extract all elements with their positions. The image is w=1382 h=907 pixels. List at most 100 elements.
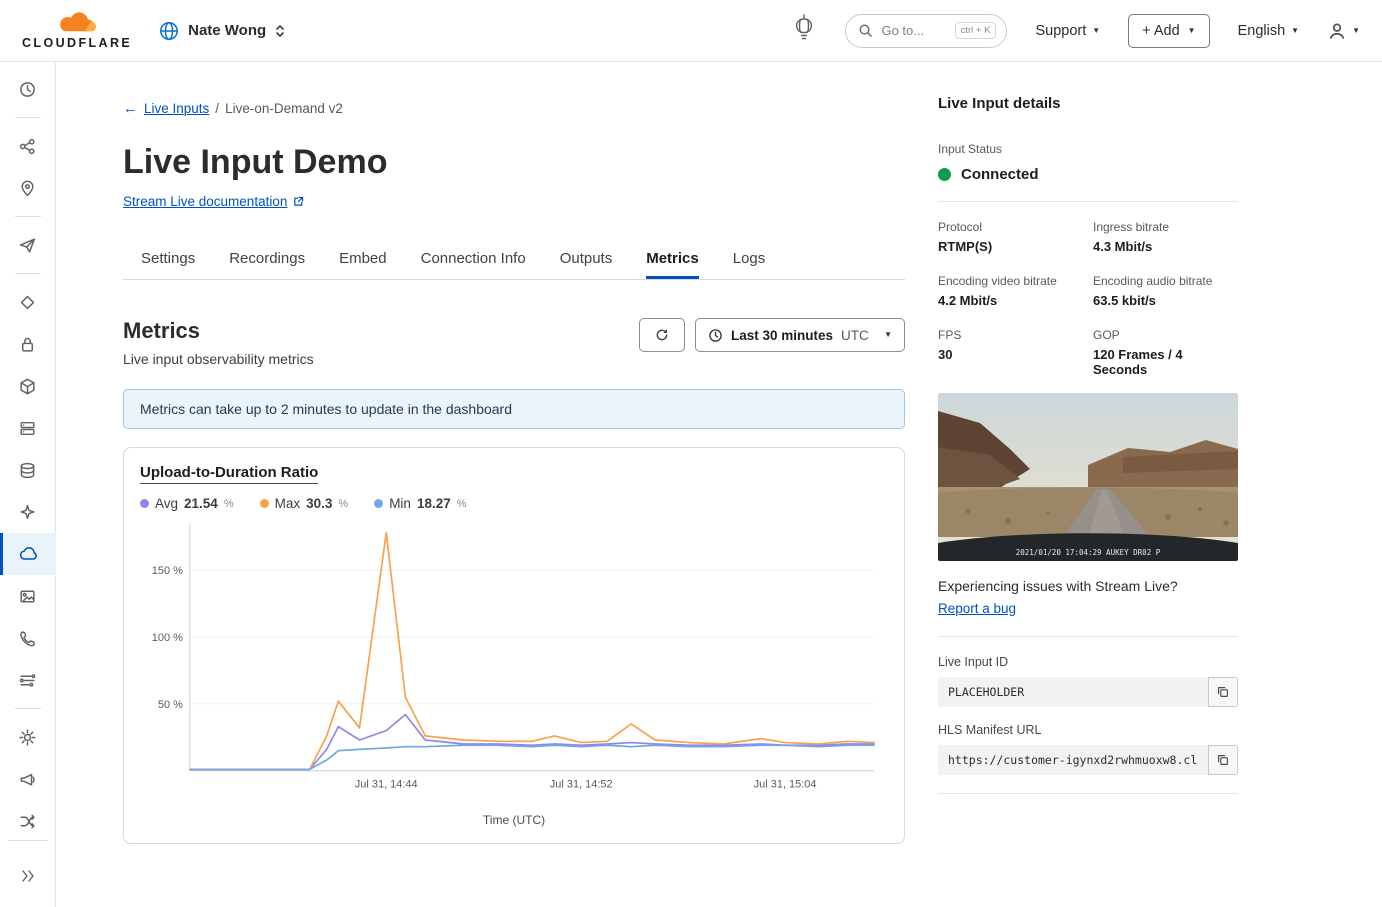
sidebar-item-stream[interactable] bbox=[0, 533, 56, 575]
tab-embed[interactable]: Embed bbox=[339, 239, 387, 279]
stat-value: 63.5 kbit/s bbox=[1093, 293, 1238, 308]
video-preview: 2021/01/20 17:04:29 AUKEY DR02 P bbox=[938, 393, 1238, 561]
user-menu[interactable]: ▼ bbox=[1327, 21, 1360, 41]
map-pin-icon bbox=[18, 179, 37, 198]
legend-min-dot bbox=[374, 499, 383, 508]
stream-docs-link[interactable]: Stream Live documentation bbox=[123, 194, 305, 209]
stat-ingress-bitrate: Ingress bitrate 4.3 Mbit/s bbox=[1093, 220, 1238, 254]
sidebar-divider bbox=[15, 117, 41, 118]
sidebar-item-time-travel[interactable] bbox=[0, 68, 56, 110]
search-icon bbox=[858, 23, 873, 38]
diamond-icon bbox=[18, 293, 37, 312]
sidebar-item-network[interactable] bbox=[0, 800, 56, 842]
lantern-icon bbox=[791, 13, 817, 49]
divider bbox=[938, 636, 1238, 637]
collapse-sidebar-button[interactable] bbox=[0, 855, 56, 897]
chart-legend: Avg 21.54 % Max 30.3 % Min 18.27 % bbox=[140, 496, 888, 511]
account-switcher[interactable]: Nate Wong bbox=[158, 20, 286, 42]
tab-recordings[interactable]: Recordings bbox=[229, 239, 305, 279]
sidebar-item-workers[interactable] bbox=[0, 365, 56, 407]
sidebar-item-traffic[interactable] bbox=[0, 659, 56, 701]
stat-value: 120 Frames / 4 Seconds bbox=[1093, 347, 1238, 377]
sidebar-item-database[interactable] bbox=[0, 449, 56, 491]
sidebar-item-calls[interactable] bbox=[0, 617, 56, 659]
stat-fps: FPS 30 bbox=[938, 328, 1083, 377]
svg-text:Jul 31, 15:04: Jul 31, 15:04 bbox=[754, 779, 817, 791]
traffic-lines-icon bbox=[18, 671, 37, 690]
legend-avg-unit: % bbox=[224, 498, 234, 510]
content-column: ← Live Inputs / Live-on-Demand v2 Live I… bbox=[123, 62, 905, 844]
legend-avg-value: 21.54 bbox=[184, 496, 218, 511]
input-status-row: Connected bbox=[938, 166, 1238, 183]
tab-bar: Settings Recordings Embed Connection Inf… bbox=[123, 239, 905, 280]
stat-gop: GOP 120 Frames / 4 Seconds bbox=[1093, 328, 1238, 377]
stream-docs-label: Stream Live documentation bbox=[123, 194, 287, 209]
stat-label: Ingress bitrate bbox=[1093, 220, 1238, 234]
copy-hls-manifest-button[interactable] bbox=[1208, 745, 1238, 775]
support-menu[interactable]: Support ▼ bbox=[1035, 23, 1100, 39]
input-status-label: Input Status bbox=[938, 142, 1238, 156]
video-timestamp-overlay: 2021/01/20 17:04:29 AUKEY DR02 P bbox=[1016, 548, 1161, 557]
sidebar-item-labels[interactable] bbox=[0, 281, 56, 323]
tab-settings[interactable]: Settings bbox=[141, 239, 195, 279]
page-title: Live Input Demo bbox=[123, 143, 905, 182]
sidebar-item-registrar[interactable] bbox=[0, 167, 56, 209]
language-menu[interactable]: English ▼ bbox=[1238, 23, 1299, 39]
external-link-icon bbox=[292, 195, 305, 208]
global-search[interactable]: ctrl + K bbox=[845, 14, 1007, 48]
legend-min-unit: % bbox=[457, 498, 467, 510]
metrics-header-row: Metrics Live input observability metrics bbox=[123, 318, 905, 367]
sidebar-item-analytics[interactable] bbox=[0, 125, 56, 167]
server-icon bbox=[18, 419, 37, 438]
sidebar-collapse-area bbox=[0, 840, 56, 897]
back-arrow-icon: ← bbox=[123, 100, 138, 117]
sidebar-item-security[interactable] bbox=[0, 323, 56, 365]
copy-live-input-id-button[interactable] bbox=[1208, 677, 1238, 707]
database-icon bbox=[18, 461, 37, 480]
stream-stats-grid: Protocol RTMP(S) Ingress bitrate 4.3 Mbi… bbox=[938, 220, 1238, 377]
time-range-value: Last 30 minutes bbox=[731, 328, 833, 343]
breadcrumb-live-inputs-link[interactable]: Live Inputs bbox=[144, 101, 209, 116]
sparkle-icon bbox=[18, 503, 37, 522]
tab-outputs[interactable]: Outputs bbox=[560, 239, 613, 279]
sidebar-item-zaraz[interactable] bbox=[0, 758, 56, 800]
top-header: CLOUDFLARE Nate Wong bbox=[0, 0, 1382, 62]
shuffle-branch-icon bbox=[18, 812, 37, 831]
support-label: Support bbox=[1035, 23, 1086, 39]
brand-text: CLOUDFLARE bbox=[22, 36, 132, 50]
share-nodes-icon bbox=[18, 137, 37, 156]
chart-title: Upload-to-Duration Ratio bbox=[140, 464, 318, 484]
tab-metrics[interactable]: Metrics bbox=[646, 239, 699, 279]
stat-label: FPS bbox=[938, 328, 1083, 342]
sidebar-item-notifications[interactable] bbox=[0, 224, 56, 266]
sidebar-item-ai[interactable] bbox=[0, 491, 56, 533]
legend-max-label: Max bbox=[275, 496, 301, 511]
tab-connection-info[interactable]: Connection Info bbox=[421, 239, 526, 279]
upload-ratio-chart: 50 %100 %150 %Jul 31, 14:44Jul 31, 14:52… bbox=[140, 515, 888, 811]
metrics-heading: Metrics bbox=[123, 318, 314, 344]
live-input-id-field[interactable] bbox=[938, 677, 1208, 707]
refresh-button[interactable] bbox=[639, 318, 685, 352]
search-input[interactable] bbox=[881, 23, 946, 38]
stat-value: 4.3 Mbit/s bbox=[1093, 239, 1238, 254]
copy-icon bbox=[1216, 685, 1230, 699]
chevron-double-right-icon bbox=[19, 867, 37, 885]
sidebar-divider bbox=[15, 216, 41, 217]
chart-x-axis-title: Time (UTC) bbox=[140, 813, 888, 827]
sidebar-item-servers[interactable] bbox=[0, 407, 56, 449]
globe-icon bbox=[158, 20, 180, 42]
add-button[interactable]: + Add ▼ bbox=[1128, 14, 1209, 48]
details-heading: Live Input details bbox=[938, 95, 1238, 112]
sidebar-item-images[interactable] bbox=[0, 575, 56, 617]
sidebar-item-settings[interactable] bbox=[0, 716, 56, 758]
report-bug-link[interactable]: Report a bug bbox=[938, 601, 1016, 616]
hls-manifest-field[interactable] bbox=[938, 745, 1208, 775]
status-connected-dot bbox=[938, 168, 951, 181]
time-range-select[interactable]: Last 30 minutes UTC ▼ bbox=[695, 318, 905, 352]
hls-manifest-row bbox=[938, 745, 1238, 775]
cloudflare-logo[interactable]: CLOUDFLARE bbox=[22, 11, 132, 50]
legend-max: Max 30.3 % bbox=[260, 496, 349, 511]
tab-logs[interactable]: Logs bbox=[733, 239, 766, 279]
live-input-id-label: Live Input ID bbox=[938, 655, 1238, 669]
stat-video-bitrate: Encoding video bitrate 4.2 Mbit/s bbox=[938, 274, 1083, 308]
